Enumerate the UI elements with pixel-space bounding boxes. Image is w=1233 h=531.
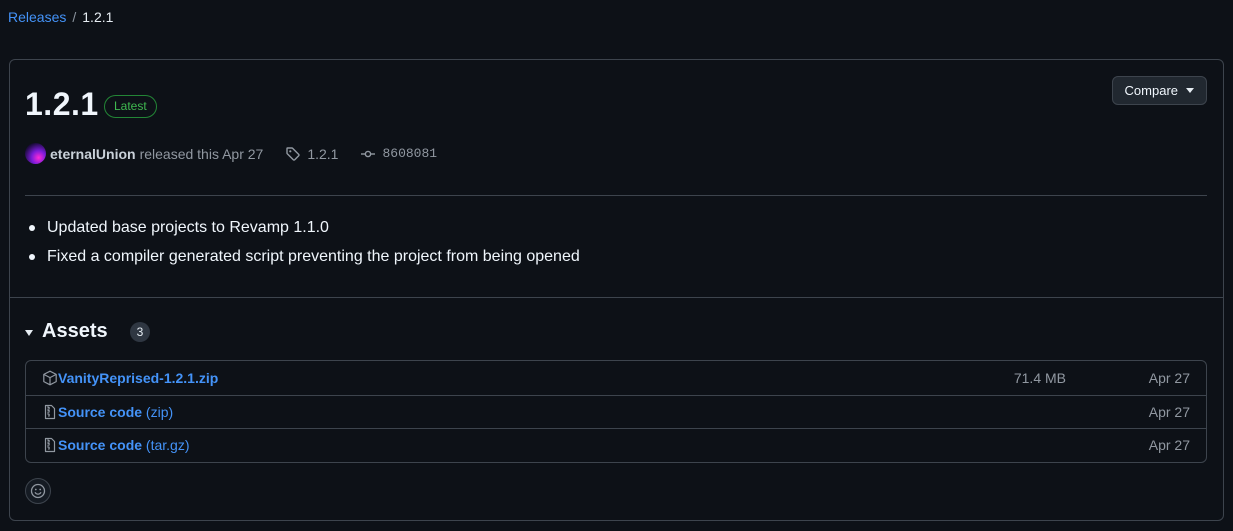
breadcrumb: Releases / 1.2.1 [8, 9, 113, 25]
source-code-zip-link[interactable]: Source code (zip) [58, 404, 173, 420]
compare-label: Compare [1124, 83, 1178, 98]
file-zip-icon [42, 437, 58, 453]
note-item: Updated base projects to Revamp 1.1.0 [25, 213, 580, 242]
tag-label: 1.2.1 [307, 145, 339, 162]
commit-link[interactable]: 8608081 [360, 146, 437, 162]
asset-download-link[interactable]: VanityReprised-1.2.1.zip [58, 370, 218, 386]
bullet-icon [29, 224, 35, 231]
author-link[interactable]: eternalUnion [50, 146, 136, 162]
asset-format: (zip) [145, 403, 174, 420]
smiley-icon [30, 483, 46, 499]
breadcrumb-current: 1.2.1 [82, 9, 114, 25]
asset-format: (tar.gz) [145, 437, 190, 454]
assets-title: Assets [42, 320, 108, 342]
divider [25, 195, 1207, 196]
asset-size: 71.4 MB [1013, 369, 1066, 386]
asset-list: VanityReprised-1.2.1.zip 71.4 MB Apr 27 … [25, 360, 1207, 463]
assets-count-badge: 3 [129, 321, 151, 342]
asset-name: VanityReprised-1.2.1.zip [58, 369, 219, 386]
release-card: 1.2.1 Latest Compare eternalUnion releas… [9, 59, 1224, 521]
asset-date: Apr 27 [1148, 403, 1190, 420]
asset-date: Apr 27 [1148, 437, 1190, 454]
triangle-down-icon [25, 329, 33, 336]
release-notes: Updated base projects to Revamp 1.1.0 Fi… [25, 213, 580, 271]
note-item: Fixed a compiler generated script preven… [25, 242, 580, 271]
compare-button[interactable]: Compare [1111, 76, 1207, 105]
latest-badge: Latest [104, 95, 157, 118]
asset-name: Source code [58, 437, 143, 454]
bullet-icon [29, 253, 35, 260]
asset-row: VanityReprised-1.2.1.zip 71.4 MB Apr 27 [26, 361, 1206, 395]
git-commit-icon [361, 150, 376, 157]
package-icon [42, 370, 58, 386]
divider [10, 297, 1223, 298]
release-title[interactable]: 1.2.1 [25, 86, 99, 123]
commit-hash: 8608081 [382, 146, 438, 161]
add-reaction-button[interactable] [25, 478, 51, 504]
release-meta: eternalUnion released this Apr 27 1.2.1 … [25, 143, 437, 164]
note-text: Updated base projects to Revamp 1.1.0 [47, 218, 329, 236]
avatar[interactable] [25, 143, 46, 164]
chevron-down-icon [1186, 88, 1194, 93]
tag-icon [286, 146, 301, 161]
source-code-targz-link[interactable]: Source code (tar.gz) [58, 437, 190, 453]
file-zip-icon [42, 404, 58, 420]
tag-link[interactable]: 1.2.1 [285, 146, 338, 162]
asset-name: Source code [58, 403, 143, 420]
asset-row: Source code (zip) Apr 27 [26, 394, 1206, 429]
breadcrumb-releases-link[interactable]: Releases [8, 9, 66, 25]
released-text: released this Apr 27 [139, 145, 264, 162]
note-text: Fixed a compiler generated script preven… [47, 247, 580, 265]
assets-toggle[interactable]: Assets 3 [25, 320, 151, 343]
breadcrumb-separator: / [72, 9, 77, 25]
asset-row: Source code (tar.gz) Apr 27 [26, 428, 1206, 462]
asset-date: Apr 27 [1148, 369, 1190, 386]
